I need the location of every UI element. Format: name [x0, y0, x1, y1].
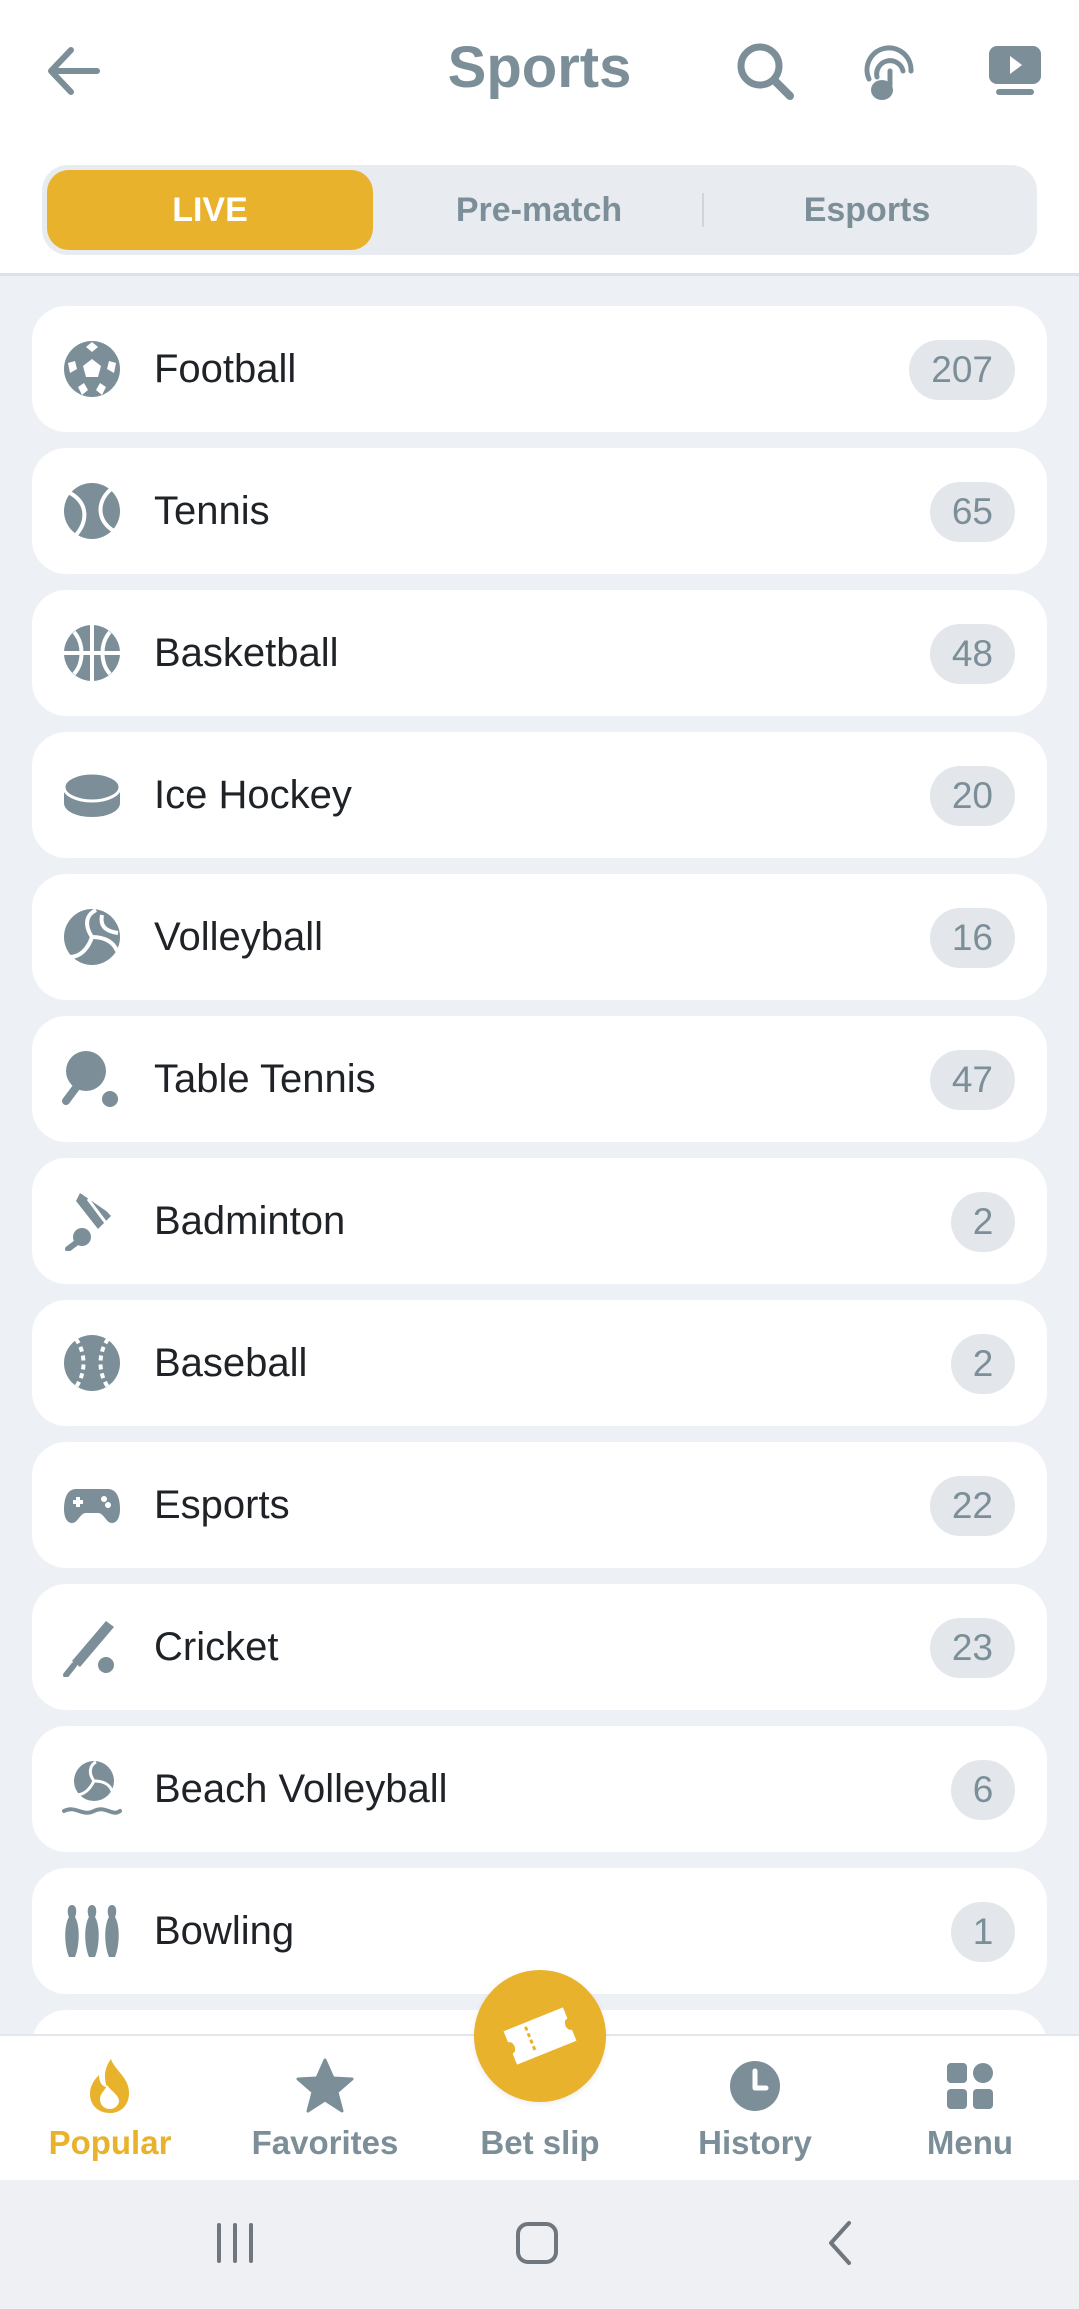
nav-popular[interactable]: Popular	[10, 2036, 210, 2182]
tab-live[interactable]: LIVE	[47, 170, 373, 250]
shuttlecock-icon	[62, 1191, 122, 1251]
nav-history[interactable]: History	[655, 2036, 855, 2182]
sport-name: Esports	[154, 1483, 290, 1527]
clock-icon	[728, 2056, 782, 2116]
top-app-bar: Sports	[0, 0, 1079, 140]
tab-pre-match[interactable]: Pre-match	[376, 170, 702, 250]
sport-row-baseball[interactable]: Baseball 2	[32, 1300, 1047, 1426]
sport-name: Tennis	[154, 489, 270, 533]
nav-menu[interactable]: Menu	[870, 2036, 1070, 2182]
tab-esports[interactable]: Esports	[704, 170, 1030, 250]
sport-name: Beach Volleyball	[154, 1767, 448, 1811]
sport-row-tennis[interactable]: Tennis 65	[32, 448, 1047, 574]
home-button[interactable]	[497, 2208, 577, 2278]
sport-name: Football	[154, 347, 297, 391]
system-navigation-bar	[0, 2180, 1079, 2309]
nav-favorites[interactable]: Favorites	[225, 2036, 425, 2182]
sport-name: Badminton	[154, 1199, 346, 1243]
search-icon	[737, 43, 794, 100]
system-back-button[interactable]	[800, 2208, 880, 2278]
bowling-pins-icon	[62, 1901, 122, 1961]
hockey-puck-icon	[62, 765, 122, 825]
event-count-badge: 47	[929, 1050, 1015, 1110]
sport-name: Ice Hockey	[154, 773, 352, 817]
grid-menu-icon	[945, 2056, 995, 2116]
sport-row-basketball[interactable]: Basketball 48	[32, 590, 1047, 716]
event-count-badge: 20	[929, 766, 1015, 826]
search-button[interactable]	[730, 36, 800, 106]
sports-list: Football 207 Tennis 65 Basketball 48 Ice…	[32, 306, 1047, 2152]
baseball-icon	[62, 1333, 122, 1393]
sport-row-football[interactable]: Football 207	[32, 306, 1047, 432]
event-count-badge: 6	[951, 1760, 1015, 1820]
football-icon	[62, 339, 122, 399]
recent-apps-button[interactable]	[195, 2208, 275, 2278]
sport-row-ice-hockey[interactable]: Ice Hockey 20	[32, 732, 1047, 858]
sport-name: Cricket	[154, 1625, 279, 1669]
event-count-badge: 23	[929, 1618, 1015, 1678]
star-icon	[296, 2056, 354, 2116]
chevron-left-icon	[829, 2221, 851, 2265]
gamepad-icon	[62, 1475, 122, 1535]
nav-favorites-label: Favorites	[251, 2124, 399, 2161]
event-count-badge: 2	[951, 1192, 1015, 1252]
event-count-badge: 16	[929, 908, 1015, 968]
flame-icon	[85, 2056, 135, 2116]
sport-row-volleyball[interactable]: Volleyball 16	[32, 874, 1047, 1000]
basketball-icon	[62, 623, 122, 683]
sport-name: Volleyball	[154, 915, 324, 959]
quick-login-button[interactable]	[854, 36, 924, 106]
sport-name: Baseball	[154, 1341, 308, 1385]
cricket-icon	[62, 1617, 122, 1677]
nav-popular-label: Popular	[48, 2124, 172, 2161]
event-count-badge: 2	[951, 1334, 1015, 1394]
sport-row-beach-volleyball[interactable]: Beach Volleyball 6	[32, 1726, 1047, 1852]
volleyball-icon	[62, 907, 122, 967]
table-tennis-icon	[62, 1049, 122, 1109]
ticket-icon	[503, 2007, 577, 2065]
nav-betslip-label: Bet slip	[480, 2124, 600, 2161]
event-count-badge: 207	[909, 340, 1015, 400]
touch-id-icon	[864, 45, 914, 100]
nav-menu-label: Menu	[926, 2124, 1014, 2161]
live-stream-button[interactable]	[980, 36, 1050, 106]
sport-row-esports[interactable]: Esports 22	[32, 1442, 1047, 1568]
sport-row-badminton[interactable]: Badminton 2	[32, 1158, 1047, 1284]
sport-name: Bowling	[154, 1909, 295, 1953]
event-count-badge: 65	[929, 482, 1015, 542]
sport-row-cricket[interactable]: Cricket 23	[32, 1584, 1047, 1710]
nav-history-label: History	[698, 2124, 812, 2161]
tennis-ball-icon	[62, 481, 122, 541]
event-count-badge: 22	[929, 1476, 1015, 1536]
recents-icon	[217, 2223, 253, 2263]
event-count-badge: 48	[929, 624, 1015, 684]
sport-row-table-tennis[interactable]: Table Tennis 47	[32, 1016, 1047, 1142]
mode-tabs: LIVE Pre-match Esports	[42, 165, 1037, 255]
tv-icon	[989, 46, 1041, 95]
sport-name: Basketball	[154, 631, 339, 675]
home-icon	[516, 2222, 558, 2264]
bet-slip-button[interactable]	[474, 1970, 606, 2102]
sport-name: Table Tennis	[154, 1057, 376, 1101]
mode-tabs-bar: LIVE Pre-match Esports	[0, 140, 1079, 276]
beach-volleyball-icon	[62, 1759, 122, 1819]
event-count-badge: 1	[951, 1902, 1015, 1962]
